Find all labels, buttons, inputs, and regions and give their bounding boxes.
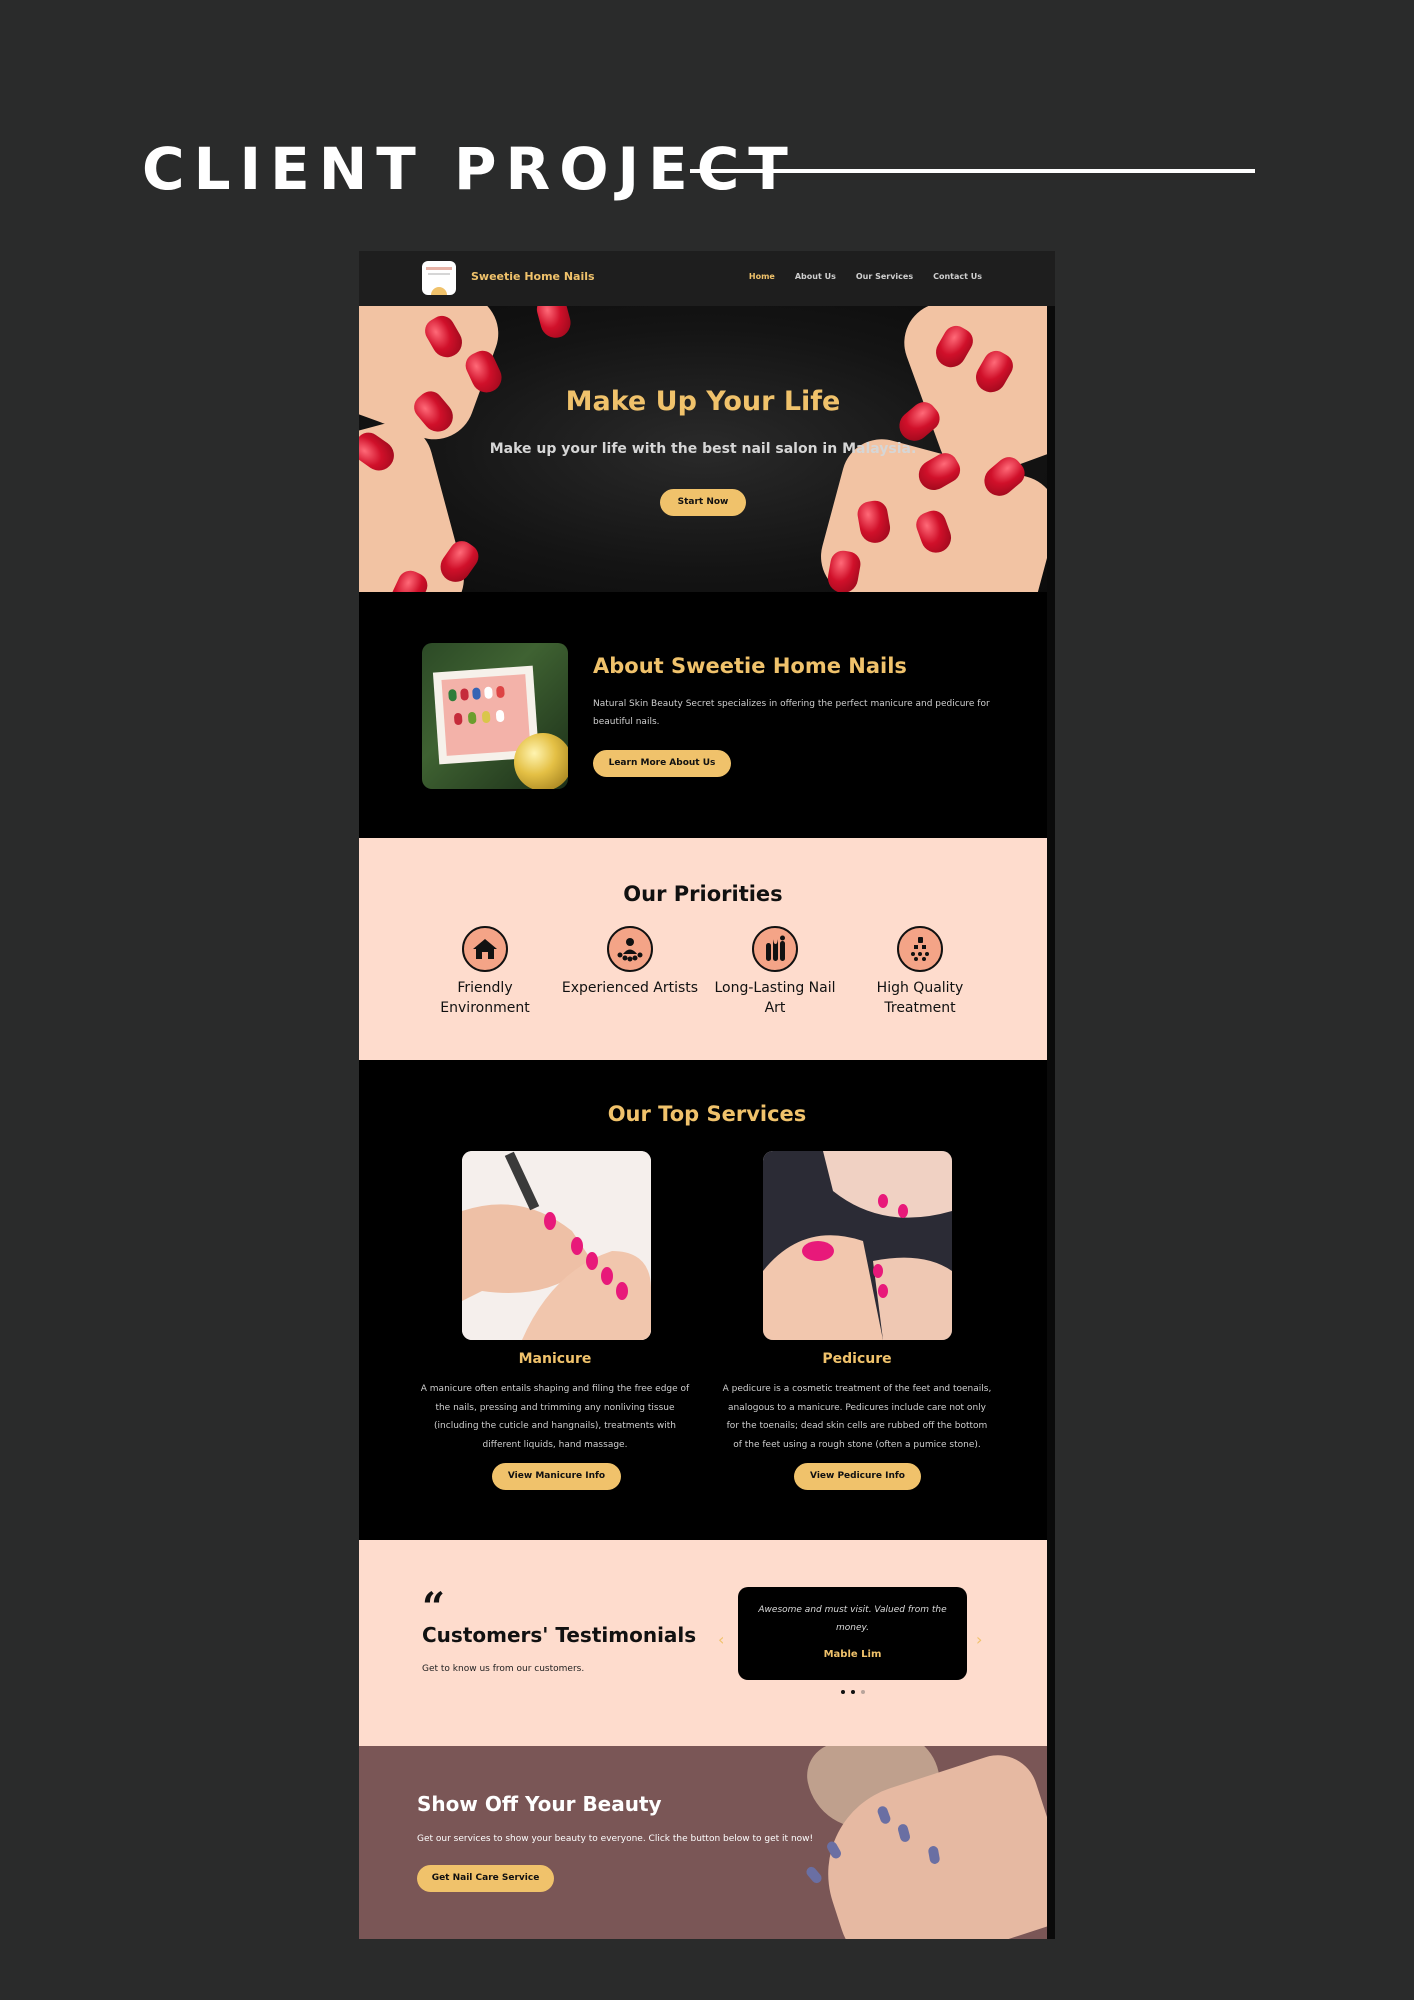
carousel-dot[interactable] — [851, 1690, 855, 1694]
priority-item: Long-Lasting Nail Art — [705, 926, 845, 1018]
carousel-dot[interactable] — [841, 1690, 845, 1694]
nav-link-contact[interactable]: Contact Us — [933, 272, 982, 281]
brand-name[interactable]: Sweetie Home Nails — [471, 270, 595, 283]
quality-icon — [897, 926, 943, 972]
pedicure-title: Pedicure — [822, 1351, 892, 1367]
services-title: Our Top Services — [607, 1102, 807, 1126]
nav-link-home[interactable]: Home — [749, 272, 775, 281]
priority-item: High Quality Treatment — [850, 926, 990, 1018]
get-nail-care-button[interactable]: Get Nail Care Service — [417, 1865, 554, 1892]
carousel-next-icon[interactable]: › — [976, 1630, 982, 1649]
priorities-section: Our Priorities Friendly Environment Expe… — [359, 838, 1047, 1060]
testimonials-section: “ Customers' Testimonials Get to know us… — [359, 1540, 1055, 1746]
carousel-dot[interactable] — [861, 1690, 865, 1694]
priority-label: Friendly Environment — [440, 980, 530, 1016]
priorities-title: Our Priorities — [623, 882, 783, 906]
carousel-dots — [841, 1690, 865, 1694]
about-title: About Sweetie Home Nails — [593, 654, 907, 678]
nav-link-services[interactable]: Our Services — [856, 272, 913, 281]
testimonial-card: Awesome and must visit. Valued from the … — [738, 1587, 967, 1680]
artist-icon — [607, 926, 653, 972]
cta-section: Show Off Your Beauty Get our services to… — [359, 1746, 1047, 1939]
carousel-prev-icon[interactable]: ‹ — [718, 1630, 724, 1649]
pedicure-image — [763, 1151, 952, 1340]
manicure-description: A manicure often entails shaping and fil… — [420, 1384, 690, 1450]
heading-divider — [690, 169, 1255, 173]
quote-icon: “ — [422, 1584, 446, 1631]
start-now-button[interactable]: Start Now — [660, 489, 746, 516]
brand-logo[interactable] — [422, 261, 456, 295]
nail-art-icon — [752, 926, 798, 972]
priority-label: Experienced Artists — [561, 980, 699, 996]
testimonial-author: Mable Lim — [823, 1649, 882, 1660]
view-manicure-button[interactable]: View Manicure Info — [492, 1463, 621, 1490]
pedicure-description: A pedicure is a cosmetic treatment of th… — [722, 1384, 992, 1450]
about-text: Natural Skin Beauty Secret specializes i… — [593, 699, 990, 727]
cta-text: Get our services to show your beauty to … — [417, 1834, 814, 1844]
learn-more-button[interactable]: Learn More About Us — [593, 750, 731, 777]
hero-title: Make Up Your Life — [565, 386, 841, 417]
priority-item: Experienced Artists — [560, 926, 700, 998]
testimonial-quote: Awesome and must visit. Valued from the … — [758, 1605, 947, 1633]
testimonials-subtitle: Get to know us from our customers. — [422, 1664, 585, 1674]
manicure-image — [462, 1151, 651, 1340]
manicure-title: Manicure — [518, 1351, 592, 1367]
priority-label: Long-Lasting Nail Art — [714, 980, 836, 1016]
nav-link-about[interactable]: About Us — [795, 272, 836, 281]
view-pedicure-button[interactable]: View Pedicure Info — [794, 1463, 921, 1490]
cta-nail — [804, 1864, 824, 1886]
nav-menu: Home About Us Our Services Contact Us — [749, 272, 982, 281]
testimonials-title: Customers' Testimonials — [422, 1623, 697, 1647]
cta-title: Show Off Your Beauty — [417, 1792, 662, 1816]
hero-section: Make Up Your Life Make up your life with… — [359, 306, 1047, 592]
website-mockup: Sweetie Home Nails Home About Us Our Ser… — [359, 251, 1055, 1939]
page-scroll-edge — [1047, 306, 1055, 1939]
priority-label: High Quality Treatment — [876, 980, 964, 1016]
navbar: Sweetie Home Nails Home About Us Our Ser… — [359, 251, 1055, 306]
hero-subtitle: Make up your life with the best nail sal… — [489, 441, 917, 457]
priority-item: Friendly Environment — [415, 926, 555, 1018]
about-image — [422, 643, 568, 789]
house-icon — [462, 926, 508, 972]
